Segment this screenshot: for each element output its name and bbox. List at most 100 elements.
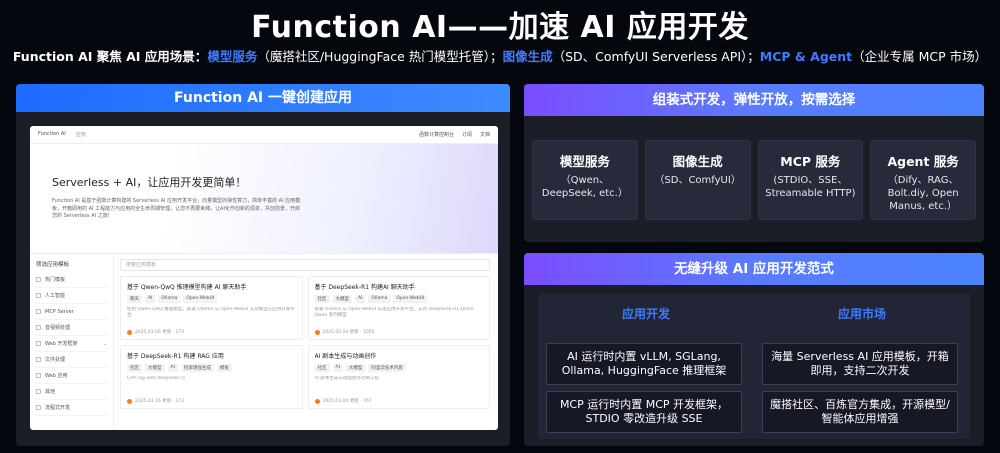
checkbox[interactable]	[36, 293, 41, 298]
feature-title: Agent 服务	[887, 154, 959, 169]
filter-item-file[interactable]: 文件处理	[36, 352, 107, 368]
filter-label: 人工智能	[45, 293, 66, 299]
card-meta: 2025.02.04 更新 · 1050	[322, 330, 375, 335]
filter-item-mcp[interactable]: MCP Server	[36, 304, 107, 320]
top-link-docs[interactable]: 文档	[480, 131, 490, 138]
app-brand[interactable]: Function AI	[38, 131, 66, 138]
filter-label: 热门模板	[45, 277, 66, 283]
vendor-icon	[127, 329, 132, 335]
hero-desc: Function AI 是基于函数计算构建的 Serverless AI 应用开…	[52, 198, 301, 219]
filter-item-ai[interactable]: 人工智能	[36, 288, 107, 304]
card-desc: AI 剧本生成与动画创作示例工程	[314, 376, 379, 381]
feature-title: MCP 服务	[780, 154, 841, 169]
checkbox[interactable]	[36, 341, 41, 346]
app-brand-sub[interactable]: 应用	[76, 131, 86, 138]
filter-label: 流程式开发	[45, 405, 71, 411]
filter-sidebar: 筛选应用模板 热门模板 人工智能 MCP Server 音视频处理 Web 开发…	[30, 254, 114, 430]
feature-mcp-service: MCP 服务 (STDIO、SSE、Streamable HTTP)	[757, 140, 864, 220]
checkbox[interactable]	[36, 373, 41, 378]
filter-label: 音视频处理	[45, 325, 71, 331]
paradigm-grid: 应用开发 应用市场 AI 运行时内置 vLLM, SGLang, Ollama,…	[538, 293, 970, 439]
subtitle-highlight-mcp-agent: MCP & Agent	[759, 49, 853, 64]
column-title-dev: 应用开发	[622, 307, 671, 321]
vendor-icon	[314, 329, 320, 335]
checkbox[interactable]	[36, 357, 41, 362]
right-top-panel: 组装式开发，弹性开放，按需选择 模型服务 （Qwen、DeepSeek, etc…	[524, 84, 984, 242]
paradigm-box-modelscope: 魔搭社区、百炼官方集成，开源模型/智能体应用增强	[762, 391, 958, 433]
subtitle-part-3: （企业专属 MCP 市场）	[852, 49, 988, 64]
card-desc: 使用 Qwen-QwQ 推理模型，部署 Ollama 与 Open-WebUI …	[127, 307, 295, 318]
feature-model-service: 模型服务 （Qwen、DeepSeek, etc.）	[532, 140, 638, 220]
left-panel: Function AI 一键创建应用 Function AI 应用 函数计算控制…	[16, 84, 510, 446]
top-link-subscribe[interactable]: 订阅	[462, 131, 472, 138]
checkbox[interactable]	[36, 405, 41, 410]
card-title: 基于 Qwen-QwQ 推理模型构建 AI 聊天助手	[127, 284, 247, 291]
filter-item-web-framework[interactable]: Web 开发框架 ⌄	[36, 336, 107, 352]
card-tag: 大模型	[145, 364, 165, 372]
checkbox[interactable]	[36, 325, 41, 330]
feature-agent-service: Agent 服务 （Dify、RAG、Bolt.diy, Open Manus,…	[870, 140, 976, 220]
filter-label: 其他	[45, 389, 56, 395]
card-tag: 大模型	[345, 364, 366, 372]
right-bottom-panel: 无缝升级 AI 应用开发范式 应用开发 应用市场 AI 运行时内置 vLLM, …	[524, 253, 984, 446]
filter-item-other[interactable]: 其他	[36, 384, 107, 400]
card-tag: 社区	[127, 364, 142, 372]
checkbox[interactable]	[36, 309, 41, 314]
card-tag: Open-WebUI	[183, 295, 218, 303]
card-meta: 2025.03.04 更新 · 767	[322, 399, 372, 404]
filter-item-flow[interactable]: 流程式开发	[36, 400, 107, 416]
checkbox[interactable]	[36, 389, 41, 394]
filter-item-web-app[interactable]: Web 应用	[36, 368, 107, 384]
left-panel-header: Function AI 一键创建应用	[16, 84, 510, 112]
filter-label: 文件处理	[45, 357, 66, 363]
checkbox[interactable]	[36, 277, 41, 282]
template-card[interactable]: 基于 DeepSeek-R1 构建 RAG 应用 社区 大模型 AI 检索增强生…	[120, 345, 303, 409]
subtitle-highlight-model-service: 模型服务	[207, 49, 258, 64]
card-tag: AI	[145, 295, 156, 303]
subtitle-part-2: （SD、ComfyUI Serverless API）；	[552, 49, 760, 64]
right-top-header: 组装式开发，弹性开放，按需选择	[524, 84, 984, 116]
chevron-down-icon[interactable]: ⌄	[103, 341, 107, 347]
filter-label: Web 应用	[45, 373, 68, 379]
card-desc: 部署 Ollama 与 Open-WebUI 实现应用开发平台，支持 DeepS…	[314, 307, 475, 318]
paradigm-box-mcp-runtime: MCP 运行时内置 MCP 开发框架，STDIO 零改造升级 SSE	[546, 391, 742, 433]
template-card[interactable]: 基于 Qwen-QwQ 推理模型构建 AI 聊天助手 聊天 AI Ollama …	[120, 276, 303, 340]
filter-label: Web 开发框架	[45, 341, 78, 347]
card-tag: 大模型	[332, 295, 352, 303]
subtitle-highlight-image-gen: 图像生成	[502, 49, 553, 64]
card-tag: 社区	[314, 295, 330, 303]
card-tag: Ollama	[158, 295, 181, 303]
card-desc: CAP rag with deepseek-r1	[127, 376, 186, 381]
vendor-icon	[314, 398, 320, 404]
subtitle-part-1: （魔搭社区/HuggingFace 热门模型托管）；	[257, 49, 503, 64]
top-link-console[interactable]: 函数计算控制台	[419, 131, 454, 138]
card-tag: Open-WebUI	[393, 295, 428, 303]
feature-desc: （Qwen、DeepSeek, etc.）	[541, 175, 628, 199]
filter-item-av[interactable]: 音视频处理	[36, 320, 107, 336]
feature-image-gen: 图像生成 （SD、ComfyUI）	[644, 140, 751, 220]
feature-title: 模型服务	[559, 154, 610, 169]
card-tag: AI	[332, 364, 343, 372]
feature-desc: (STDIO、SSE、Streamable HTTP)	[765, 175, 856, 199]
app-hero: Serverless + AI，让应用开发更简单！ Function AI 是基…	[30, 144, 498, 254]
card-title: AI 剧本生成与动画创作	[314, 353, 377, 360]
filter-item-hot[interactable]: 热门模板	[36, 272, 107, 288]
template-card[interactable]: AI 剧本生成与动画创作 社区 AI 大模型 阿里云技术内容 AI 剧本生成与动…	[307, 345, 490, 409]
card-meta: 2025.03.06 更新 · 173	[135, 330, 185, 335]
feature-desc: （SD、ComfyUI）	[654, 175, 741, 186]
app-topbar: Function AI 应用 函数计算控制台 订阅 文档	[30, 126, 498, 144]
template-search-input[interactable]: 搜索应用模板	[120, 259, 490, 271]
app-screenshot: Function AI 应用 函数计算控制台 订阅 文档 Serverless …	[30, 126, 498, 430]
column-title-market: 应用市场	[838, 307, 887, 321]
card-tag: 检索增强生成	[180, 364, 214, 372]
card-tag: 模板	[216, 364, 232, 372]
vendor-icon	[127, 398, 132, 404]
feature-title: 图像生成	[672, 154, 723, 169]
feature-desc: （Dify、RAG、Bolt.diy, Open Manus, etc.）	[887, 175, 959, 212]
card-tag: 社区	[314, 364, 330, 372]
card-tag: AI	[355, 295, 366, 303]
paradigm-box-ai-runtime: AI 运行时内置 vLLM, SGLang, Ollama, HuggingFa…	[546, 343, 742, 385]
card-meta: 2025.03.16 更新 · 173	[135, 399, 185, 404]
card-tag: AI	[167, 364, 178, 372]
template-card[interactable]: 基于 DeepSeek-R1 构建AI 聊天助手 社区 大模型 AI Ollam…	[307, 276, 490, 340]
